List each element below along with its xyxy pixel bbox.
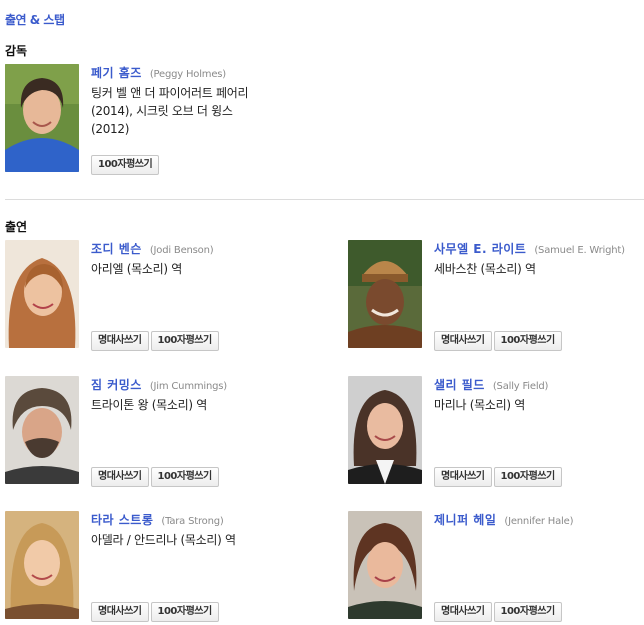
cast-original-name: (Jim Cummings) (149, 381, 227, 392)
cast-card: 타라 스트롱 (Tara Strong) 아델라 / 안드리나 (목소리) 역 명… (5, 511, 305, 622)
review-button[interactable]: 100자평쓰기 (150, 467, 219, 487)
cast-original-name: (Tara Strong) (161, 516, 224, 527)
director-name[interactable]: 페기 홈즈 (91, 66, 142, 80)
cast-name[interactable]: 샐리 필드 (434, 378, 485, 392)
cast-role: 아리엘 (목소리) 역 (91, 262, 182, 276)
director-photo[interactable] (5, 64, 79, 172)
cast-photo[interactable] (5, 511, 79, 619)
cast-role: 아델라 / 안드리나 (목소리) 역 (91, 533, 236, 547)
director-heading: 감독 (5, 44, 28, 58)
director-original-name: (Peggy Holmes) (149, 69, 226, 80)
review-button[interactable]: 100자평쓰기 (91, 155, 160, 175)
cast-name[interactable]: 타라 스트롱 (91, 513, 153, 527)
cast-original-name: (Sally Field) (492, 381, 549, 392)
review-button[interactable]: 100자평쓰기 (150, 602, 219, 622)
cast-original-name: (Jennifer Hale) (504, 516, 574, 527)
cast-photo[interactable] (348, 511, 422, 619)
cast-photo[interactable] (5, 376, 79, 484)
quote-button[interactable]: 명대사쓰기 (91, 602, 149, 622)
cast-name[interactable]: 사무엘 E. 라이트 (434, 242, 526, 256)
cast-original-name: (Jodi Benson) (149, 245, 214, 256)
cast-photo[interactable] (348, 376, 422, 484)
cast-heading: 출연 (5, 220, 28, 234)
director-card: 페기 홈즈 (Peggy Holmes) 팅커 벨 앤 더 파이어러트 페어리(2… (5, 64, 305, 175)
quote-button[interactable]: 명대사쓰기 (91, 467, 149, 487)
section-divider (5, 199, 644, 200)
cast-role: 세바스찬 (목소리) 역 (434, 262, 536, 276)
cast-photo[interactable] (5, 240, 79, 348)
cast-name[interactable]: 짐 커밍스 (91, 378, 142, 392)
cast-role: 트라이톤 왕 (목소리) 역 (91, 398, 207, 412)
director-filmography: 팅커 벨 앤 더 파이어러트 페어리(2014), 시크릿 오브 더 윙스(20… (91, 86, 249, 136)
quote-button[interactable]: 명대사쓰기 (434, 331, 492, 351)
review-button[interactable]: 100자평쓰기 (493, 331, 562, 351)
cast-name[interactable]: 조디 벤슨 (91, 242, 142, 256)
cast-card: 샐리 필드 (Sally Field) 마리나 (목소리) 역 명대사쓰기 100자… (348, 376, 644, 487)
review-button[interactable]: 100자평쓰기 (150, 331, 219, 351)
cast-original-name: (Samuel E. Wright) (534, 245, 625, 256)
quote-button[interactable]: 명대사쓰기 (91, 331, 149, 351)
cast-card: 짐 커밍스 (Jim Cummings) 트라이톤 왕 (목소리) 역 명대사쓰기… (5, 376, 305, 487)
section-title: 출연 & 스탭 (5, 13, 65, 27)
review-button[interactable]: 100자평쓰기 (493, 602, 562, 622)
cast-role: 마리나 (목소리) 역 (434, 398, 525, 412)
quote-button[interactable]: 명대사쓰기 (434, 467, 492, 487)
cast-card: 조디 벤슨 (Jodi Benson) 아리엘 (목소리) 역 명대사쓰기 100자… (5, 240, 305, 351)
review-button[interactable]: 100자평쓰기 (493, 467, 562, 487)
quote-button[interactable]: 명대사쓰기 (434, 602, 492, 622)
cast-card: 제니퍼 헤일 (Jennifer Hale) 명대사쓰기 100자평쓰기 (348, 511, 644, 622)
cast-name[interactable]: 제니퍼 헤일 (434, 513, 496, 527)
cast-photo[interactable] (348, 240, 422, 348)
cast-card: 사무엘 E. 라이트 (Samuel E. Wright) 세바스찬 (목소리) … (348, 240, 644, 351)
